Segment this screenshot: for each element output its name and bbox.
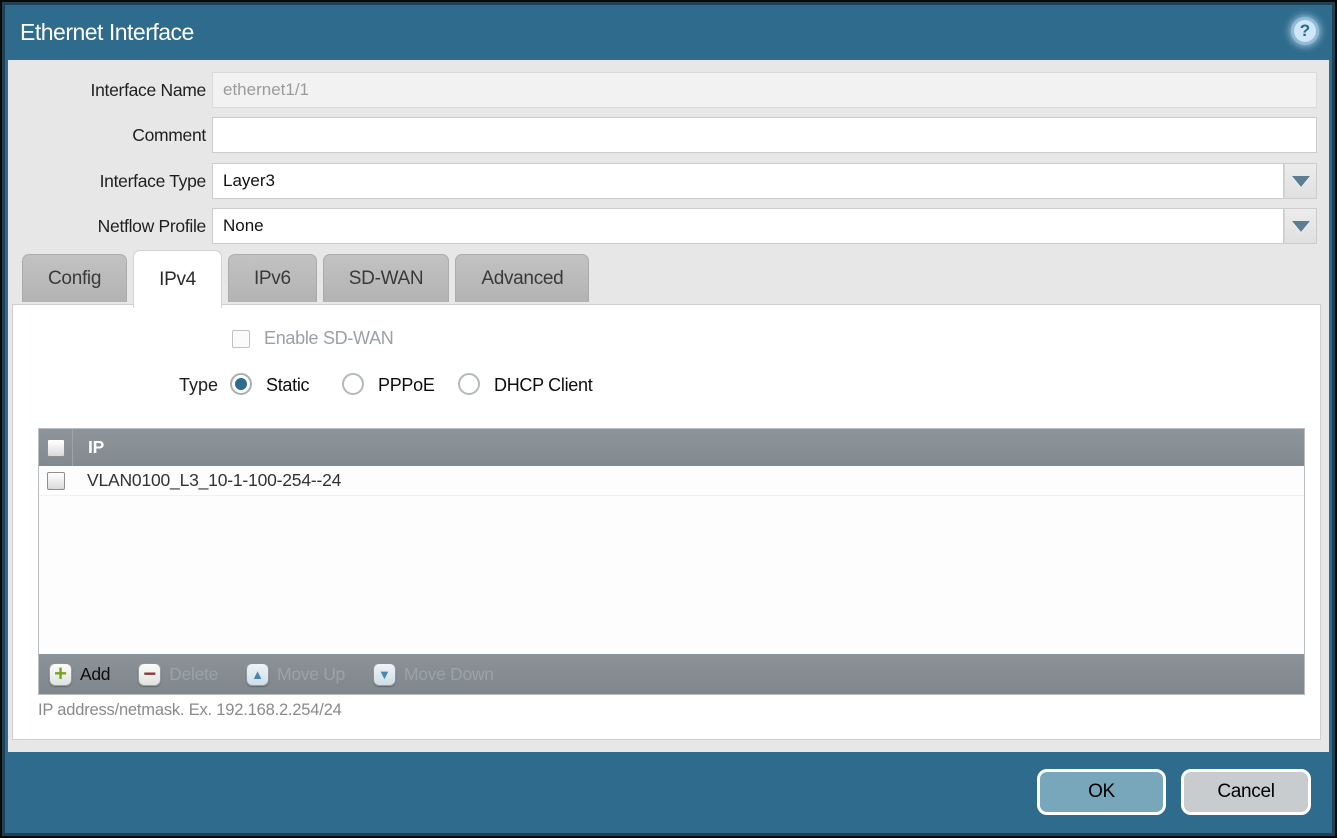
radio-static[interactable]	[230, 373, 252, 395]
chevron-down-icon	[1292, 176, 1310, 187]
tab-strip: Config IPv4 IPv6 SD-WAN Advanced	[22, 250, 589, 308]
delete-button[interactable]: − Delete	[138, 663, 218, 686]
move-up-button[interactable]: ▲ Move Up	[246, 663, 345, 686]
add-button[interactable]: + Add	[49, 663, 110, 686]
type-row: Type Static PPPoE DHCP Client	[13, 373, 1320, 401]
delete-button-label: Delete	[169, 664, 218, 685]
tab-sdwan[interactable]: SD-WAN	[323, 254, 450, 302]
ethernet-interface-dialog: Ethernet Interface ? Interface Name Comm…	[0, 0, 1337, 838]
minus-icon: −	[138, 663, 161, 686]
table-toolbar: + Add − Delete ▲ Move Up ▼ Move Down	[39, 654, 1304, 694]
enable-sdwan-label: Enable SD-WAN	[264, 328, 393, 349]
interface-type-dropdown-button[interactable]	[1284, 163, 1317, 199]
cancel-button[interactable]: Cancel	[1181, 769, 1311, 815]
radio-dhcp-client[interactable]	[458, 373, 480, 395]
radio-static-label[interactable]: Static	[266, 375, 309, 396]
interface-name-wrap	[212, 72, 1317, 108]
title-bar: Ethernet Interface ?	[8, 2, 1329, 60]
interface-type-field[interactable]	[212, 163, 1284, 199]
comment-field[interactable]	[212, 117, 1317, 153]
interface-type-wrap	[212, 163, 1317, 199]
dialog-title: Ethernet Interface	[20, 19, 194, 46]
enable-sdwan-row: Enable SD-WAN	[232, 328, 393, 349]
ip-table-header: IP	[39, 429, 1304, 466]
interface-type-label: Interface Type	[8, 163, 206, 199]
ip-table: IP VLAN0100_L3_10-1-100-254--24 + Add	[38, 428, 1305, 695]
type-label: Type	[179, 375, 218, 396]
interface-name-label: Interface Name	[8, 72, 206, 108]
row-checkbox-cell	[39, 472, 73, 490]
ipv4-tab-panel: Enable SD-WAN Type Static PPPoE DHCP Cli…	[12, 304, 1321, 740]
interface-name-field	[212, 72, 1317, 108]
netflow-profile-field[interactable]	[212, 208, 1284, 244]
radio-dhcp-client-label[interactable]: DHCP Client	[494, 375, 592, 396]
arrow-down-icon: ▼	[373, 663, 396, 686]
plus-icon: +	[49, 663, 72, 686]
ip-format-hint: IP address/netmask. Ex. 192.168.2.254/24	[38, 701, 342, 720]
move-down-button-label: Move Down	[404, 664, 494, 685]
help-icon[interactable]: ?	[1291, 17, 1319, 45]
radio-pppoe-label[interactable]: PPPoE	[378, 375, 435, 396]
ip-table-body: VLAN0100_L3_10-1-100-254--24	[39, 466, 1304, 654]
row-checkbox[interactable]	[47, 472, 65, 490]
netflow-profile-row: Netflow Profile	[8, 208, 1329, 244]
radio-pppoe[interactable]	[342, 373, 364, 395]
add-button-label: Add	[80, 664, 110, 685]
table-row[interactable]: VLAN0100_L3_10-1-100-254--24	[39, 466, 1304, 496]
netflow-profile-dropdown-button[interactable]	[1284, 208, 1317, 244]
dialog-body: Interface Name Comment Interface Type	[8, 60, 1329, 752]
tab-ipv6[interactable]: IPv6	[228, 254, 317, 302]
ok-button[interactable]: OK	[1037, 769, 1166, 815]
interface-type-row: Interface Type	[8, 163, 1329, 199]
comment-row: Comment	[8, 117, 1329, 153]
netflow-profile-wrap	[212, 208, 1317, 244]
header-checkbox-cell	[39, 429, 73, 466]
interface-name-row: Interface Name	[8, 72, 1329, 108]
move-down-button[interactable]: ▼ Move Down	[373, 663, 494, 686]
ip-column-header: IP	[73, 437, 104, 458]
tab-ipv4[interactable]: IPv4	[133, 250, 222, 308]
move-up-button-label: Move Up	[277, 664, 345, 685]
arrow-up-icon: ▲	[246, 663, 269, 686]
tab-config[interactable]: Config	[22, 254, 127, 302]
chevron-down-icon	[1292, 221, 1310, 232]
tab-advanced[interactable]: Advanced	[455, 254, 589, 302]
comment-wrap	[212, 117, 1317, 153]
select-all-checkbox[interactable]	[47, 439, 65, 457]
netflow-profile-label: Netflow Profile	[8, 208, 206, 244]
comment-label: Comment	[8, 117, 206, 153]
ip-cell[interactable]: VLAN0100_L3_10-1-100-254--24	[73, 470, 341, 491]
enable-sdwan-checkbox[interactable]	[232, 330, 250, 348]
